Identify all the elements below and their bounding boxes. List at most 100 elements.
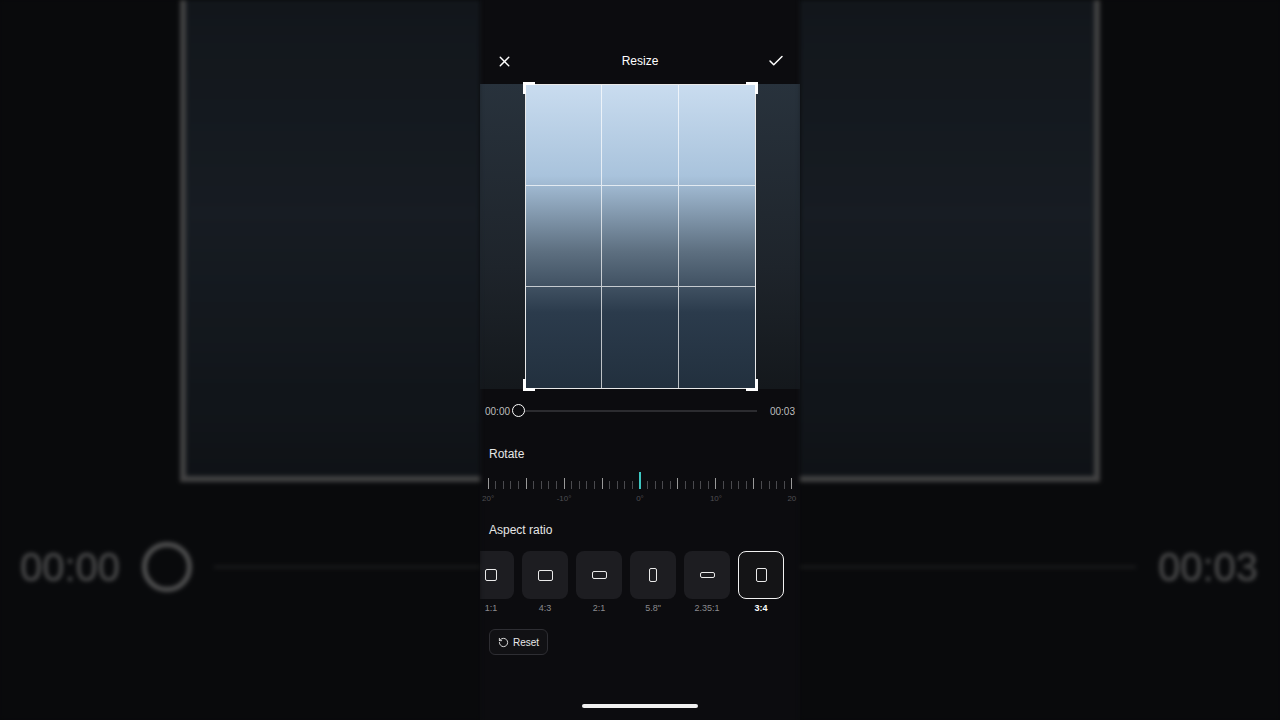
ruler-tick <box>662 481 663 489</box>
backdrop-track <box>800 566 1136 568</box>
ruler-step <box>500 471 508 513</box>
current-time: 00:00 <box>485 406 510 417</box>
ruler-step <box>621 471 629 513</box>
grid-cell <box>602 85 678 186</box>
aspect-ratio-option: 1:1 <box>480 551 514 615</box>
left-blur-backdrop: 00:00 <box>0 0 480 720</box>
ruler-tick <box>564 478 565 489</box>
grid-cell <box>526 186 602 287</box>
ruler-step <box>697 471 705 513</box>
aspect-ratio-button[interactable] <box>738 551 784 599</box>
ruler-tick <box>488 478 489 489</box>
phone-screen: Resize00:0000:03Rotate20°-10°0°10°20Aspe… <box>480 0 800 720</box>
ruler-step: -10° <box>560 471 568 513</box>
close-button[interactable] <box>488 38 520 84</box>
ruler-step <box>780 471 788 513</box>
ruler-step <box>720 471 728 513</box>
ruler-step <box>575 471 583 513</box>
ruler-tick <box>617 481 618 489</box>
header: Resize <box>480 0 800 84</box>
ruler-step <box>705 471 713 513</box>
ruler-step <box>758 471 766 513</box>
ruler-tick <box>586 481 587 489</box>
ruler-step <box>530 471 538 513</box>
aspect-ratio-button[interactable] <box>480 551 514 599</box>
crop-handle[interactable] <box>746 82 758 94</box>
ruler-step <box>689 471 697 513</box>
grid-cell <box>679 287 755 388</box>
crop-frame[interactable] <box>525 84 756 389</box>
reset-button[interactable]: Reset <box>489 629 548 655</box>
dimmed-area <box>480 84 525 389</box>
backdrop-time: 00:03 <box>1158 545 1258 590</box>
ruler-step <box>507 471 515 513</box>
backdrop-knob <box>142 542 192 592</box>
ruler-tick <box>579 481 580 489</box>
ruler-tick <box>639 472 641 489</box>
ruler-step <box>735 471 743 513</box>
ruler-tick <box>556 481 557 489</box>
confirm-button[interactable] <box>760 38 792 84</box>
ruler-label: -10° <box>557 494 572 503</box>
ruler-step <box>659 471 667 513</box>
ruler-tick <box>503 481 504 489</box>
grid-cell <box>526 287 602 388</box>
grid-cell <box>602 287 678 388</box>
aspect-ratio-list: 1:14:32:15.8"2.35:13:4 <box>480 551 800 615</box>
aspect-ratio-option: 3:4 <box>738 551 784 615</box>
ruler-tick <box>533 481 534 489</box>
aspect-ratio-button[interactable] <box>684 551 730 599</box>
ruler-tick <box>708 481 709 489</box>
reset-icon <box>498 637 509 648</box>
aspect-ratio-button[interactable] <box>630 551 676 599</box>
title: Resize <box>622 38 659 84</box>
ruler-tick <box>541 481 542 489</box>
crop-handle[interactable] <box>523 379 535 391</box>
ruler-step <box>553 471 561 513</box>
backdrop-frame <box>800 0 1100 482</box>
rotate-ruler[interactable]: 20°-10°0°10°20 <box>480 471 800 513</box>
ruler-tick <box>632 481 633 489</box>
video-frame: 00:00Resize00:0000:03Rotate20°-10°0°10°2… <box>0 0 1280 720</box>
crop-handle[interactable] <box>746 379 758 391</box>
backdrop-time: 00:00 <box>20 545 120 590</box>
rotate-label: Rotate <box>480 445 800 463</box>
ruler-step <box>568 471 576 513</box>
ruler-tick <box>495 481 496 489</box>
aspect-ratio-text: 4:3 <box>539 603 552 615</box>
ruler-tick <box>510 481 511 489</box>
timeline-knob[interactable] <box>512 404 525 417</box>
ruler-step <box>492 471 500 513</box>
ruler-tick <box>731 481 732 489</box>
aspect-ratio-button[interactable] <box>576 551 622 599</box>
aspect-ratio-button[interactable] <box>522 551 568 599</box>
backdrop-timeline: 00:03 <box>800 542 1280 592</box>
ratio-icon <box>700 572 715 578</box>
aspect-ratio-label: Aspect ratio <box>480 521 800 539</box>
ruler-step <box>674 471 682 513</box>
ruler-step <box>515 471 523 513</box>
ruler-label: 0° <box>636 494 644 503</box>
ratio-icon <box>538 570 553 581</box>
ratio-icon <box>756 568 767 582</box>
total-time: 00:03 <box>770 406 795 417</box>
crop-handle[interactable] <box>523 82 535 94</box>
video-preview <box>480 84 800 389</box>
ruler-tick <box>693 481 694 489</box>
ruler-label: 20° <box>482 494 494 503</box>
ruler-step <box>773 471 781 513</box>
ruler-tick <box>715 478 716 489</box>
ruler-tick <box>746 481 747 489</box>
ruler-tick <box>655 481 656 489</box>
ruler-tick <box>685 481 686 489</box>
ruler-tick <box>761 481 762 489</box>
ruler-tick <box>753 478 754 489</box>
home-indicator <box>582 704 698 708</box>
ratio-icon <box>485 569 497 581</box>
timeline-track[interactable] <box>518 410 757 412</box>
aspect-ratio-text: 5.8" <box>645 603 661 615</box>
ruler-step: 20 <box>788 471 796 513</box>
ruler-step <box>765 471 773 513</box>
ruler-step <box>644 471 652 513</box>
ruler-tick <box>571 481 572 489</box>
